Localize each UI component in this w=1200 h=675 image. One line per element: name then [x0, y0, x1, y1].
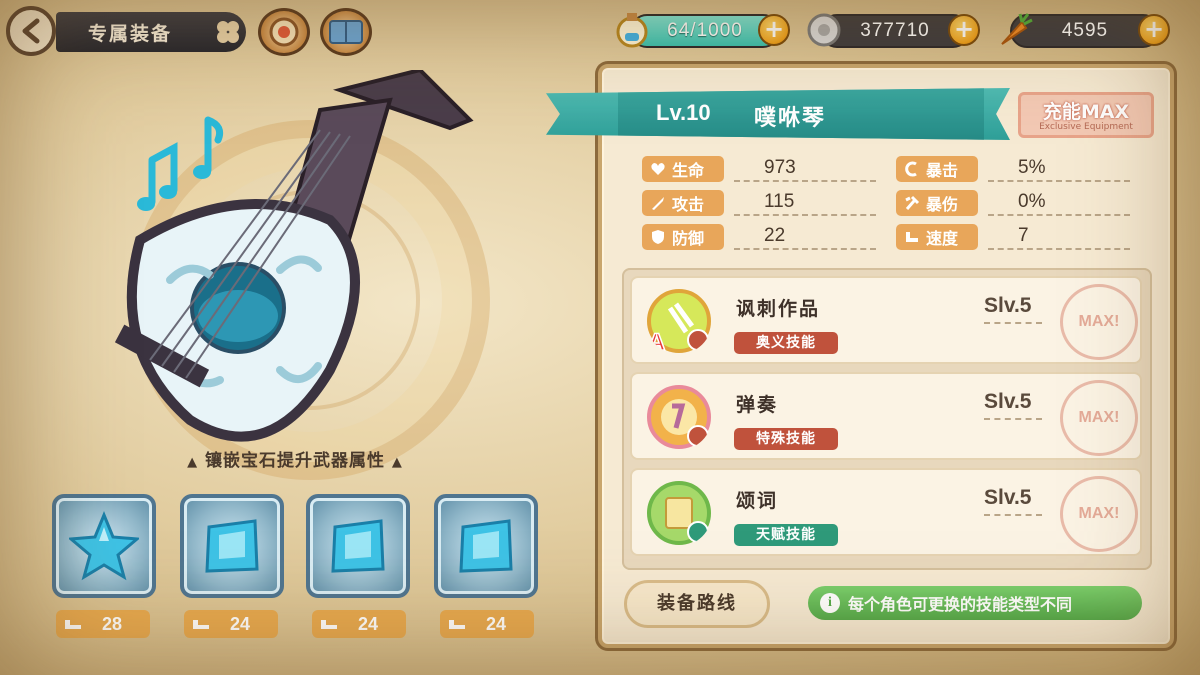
add-energy-button[interactable]: + — [758, 14, 790, 46]
gem-slot-1[interactable] — [52, 494, 156, 598]
stat-value: 115 — [734, 190, 876, 216]
boot-icon — [321, 620, 337, 629]
gem-slot-4[interactable] — [434, 494, 538, 598]
square-gem-icon — [205, 519, 259, 573]
book-icon[interactable] — [320, 8, 372, 56]
clover-icon — [217, 21, 239, 43]
stat-value: 973 — [734, 156, 876, 182]
square-gem-icon — [459, 519, 513, 573]
energy-potion-icon — [612, 10, 652, 50]
stat-label: 防御 — [672, 229, 705, 248]
heart-icon — [650, 161, 666, 177]
skill-name: 弹奏 — [736, 394, 779, 416]
boot-icon — [904, 229, 920, 245]
gem-caption-text: 镶嵌宝石提升武器属性 — [205, 451, 385, 471]
sword-icon — [650, 195, 666, 211]
charge-max-text: 充能MAX — [1042, 101, 1130, 123]
gem-count-1: 28 — [56, 610, 150, 638]
gem-slot-2[interactable] — [180, 494, 284, 598]
weapon-level: Lv.10 — [656, 100, 711, 125]
stat-label: 暴击 — [926, 161, 959, 180]
boot-icon — [449, 620, 465, 629]
talent-skill-icon — [647, 481, 711, 545]
gem-count-value: 28 — [101, 613, 123, 634]
add-carrot-button[interactable]: + — [1138, 14, 1170, 46]
tip-text: 每个角色可更换的技能类型不同 — [848, 595, 1073, 614]
skill-card-2[interactable]: 弹奏 特殊技能 Slv.5 MAX! — [630, 372, 1142, 460]
boot-icon — [193, 620, 209, 629]
stat-value: 22 — [734, 224, 876, 250]
stat-label: 暴伤 — [926, 195, 959, 214]
gem-count-3: 24 — [312, 610, 406, 638]
energy-value: 64/1000 — [667, 20, 743, 41]
skill-type-badge: 特殊技能 — [734, 428, 838, 450]
gem-count-4: 24 — [440, 610, 534, 638]
gem-slot-3[interactable] — [306, 494, 410, 598]
stat-value: 0% — [988, 190, 1130, 216]
skill-card-3[interactable]: 颂词 天赋技能 Slv.5 MAX! — [630, 468, 1142, 556]
caret-up-icon: ▲ — [187, 455, 199, 470]
stat-label: 生命 — [672, 161, 705, 180]
max-stamp-icon: MAX! — [1060, 476, 1138, 552]
skill-level: Slv.5 — [984, 486, 1032, 509]
skill-type-badge: 奥义技能 — [734, 332, 838, 354]
svg-text:A: A — [648, 329, 665, 354]
gem-count-value: 24 — [229, 613, 251, 634]
back-arrow-icon — [22, 18, 40, 44]
skill-level: Slv.5 — [984, 294, 1032, 317]
compass-symbol-icon — [269, 17, 299, 47]
spellbook-icon — [329, 20, 363, 44]
stat-label: 速度 — [926, 229, 959, 248]
max-stamp-icon: MAX! — [1060, 284, 1138, 360]
max-stamp-icon: MAX! — [1060, 380, 1138, 456]
divider — [984, 322, 1042, 324]
carrot-icon — [994, 10, 1034, 50]
stat-value: 7 — [988, 224, 1130, 250]
music-notes-icon — [137, 116, 224, 211]
skill-card-1[interactable]: A 讽刺作品 奥义技能 Slv.5 MAX! — [630, 276, 1142, 364]
equipment-route-button[interactable]: 装备路线 — [624, 580, 770, 628]
compass-icon[interactable] — [258, 8, 310, 56]
weapon-name-ribbon: Lv.10 噗咻琴 — [546, 88, 1010, 140]
shield-icon — [650, 229, 666, 245]
skill-name: 讽刺作品 — [736, 298, 821, 320]
back-button[interactable] — [6, 6, 56, 56]
caret-up-icon: ▲ — [391, 455, 403, 470]
charge-max-subtext: Exclusive Equipment — [1039, 122, 1133, 132]
stat-value: 5% — [988, 156, 1130, 182]
square-gem-icon — [331, 519, 385, 573]
skill-level: Slv.5 — [984, 390, 1032, 413]
stat-label: 攻击 — [672, 195, 705, 214]
skill-type-badge: 天赋技能 — [734, 524, 838, 546]
divider — [984, 514, 1042, 516]
gem-caption: ▲ 镶嵌宝石提升武器属性 ▲ — [160, 446, 430, 471]
info-icon: i — [820, 593, 840, 613]
lute-weapon-illustration — [114, 70, 474, 442]
crit-icon — [904, 161, 920, 177]
crit-damage-icon — [904, 195, 920, 211]
divider — [984, 418, 1042, 420]
add-coin-button[interactable]: + — [948, 14, 980, 46]
gem-count-value: 24 — [357, 613, 379, 634]
weapon-name: 噗咻琴 — [754, 106, 827, 131]
skill-type-tip: i 每个角色可更换的技能类型不同 — [808, 586, 1142, 620]
skill-name: 颂词 — [736, 490, 779, 512]
boot-icon — [65, 620, 81, 629]
charge-max-badge: 充能MAX Exclusive Equipment — [1018, 92, 1154, 138]
gem-count-2: 24 — [184, 610, 278, 638]
coin-icon — [804, 10, 844, 50]
gem-count-value: 24 — [485, 613, 507, 634]
ultimate-skill-icon: A — [647, 289, 711, 354]
star-gem-icon — [69, 511, 139, 581]
special-skill-icon — [647, 385, 711, 449]
